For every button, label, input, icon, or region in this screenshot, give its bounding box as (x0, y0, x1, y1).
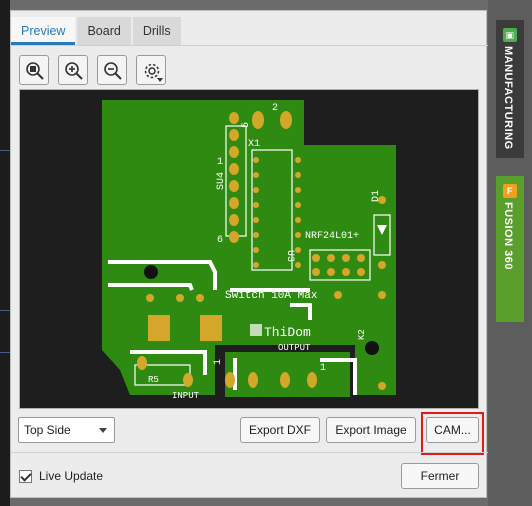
action-row: Top Side Export DXF Export Image CAM... (11, 417, 488, 445)
dialog-tabs: Preview Board Drills (11, 17, 183, 45)
label-x1: X1 (248, 139, 260, 150)
label-su4: SU4 (216, 172, 227, 190)
label-pin1c: 1 (320, 363, 326, 374)
settings-button[interactable] (136, 55, 166, 85)
chip-icon: ▣ (503, 28, 517, 42)
label-r5: R5 (148, 375, 159, 385)
live-update-label: Live Update (39, 469, 104, 483)
label-k2: K2 (357, 329, 367, 340)
label-switch: Switch 10A Max (225, 290, 318, 302)
label-pin1: 1 (217, 157, 223, 168)
thidom-logo-icon (250, 324, 262, 336)
tab-divider (11, 45, 488, 46)
tab-board[interactable]: Board (77, 17, 131, 45)
label-pin6: 6 (217, 235, 223, 246)
cam-preview-dialog: Preview Board Drills SU4 X1 U3 NRF24L01+… (10, 10, 488, 498)
live-update: Live Update (19, 467, 103, 485)
zoom-out-button[interactable] (97, 55, 127, 85)
live-update-checkbox[interactable] (19, 469, 32, 483)
label-pin2: 2 (272, 103, 278, 114)
label-d1: D1 (371, 190, 382, 202)
label-u3: U3 (284, 250, 295, 262)
side-select-value: Top Side (24, 423, 71, 437)
zoom-in-button[interactable] (58, 55, 88, 85)
label-nrf: NRF24L01+ (305, 231, 359, 242)
close-button[interactable]: Fermer (401, 463, 479, 489)
zoom-fit-button[interactable] (19, 55, 49, 85)
zoom-in-icon (65, 62, 83, 80)
side-tab-manufacturing[interactable]: ▣ MANUFACTURING (496, 20, 524, 158)
zoom-out-icon (104, 62, 122, 80)
cam-highlight-box (421, 412, 484, 455)
chevron-down-icon (157, 78, 163, 82)
preview-toolbar (19, 55, 175, 85)
fusion-f-icon: F (503, 184, 517, 198)
pcb-render: SU4 X1 U3 NRF24L01+ D1 Switch 10A Max Th… (102, 100, 396, 401)
zoom-fit-icon (26, 62, 44, 80)
board-preview[interactable]: SU4 X1 U3 NRF24L01+ D1 Switch 10A Max Th… (19, 89, 479, 409)
chevron-down-icon (99, 428, 107, 433)
mounting-hole (365, 341, 379, 355)
side-tab-manufacturing-label: MANUFACTURING (502, 46, 514, 150)
tab-drills[interactable]: Drills (132, 17, 181, 45)
label-input: INPUT (172, 391, 200, 401)
export-image-button[interactable]: Export Image (326, 417, 416, 443)
background-editor-strip (0, 0, 10, 506)
side-tab-fusion-360[interactable]: F FUSION 360 (496, 176, 524, 322)
tab-preview[interactable]: Preview (11, 17, 76, 45)
side-select[interactable]: Top Side (18, 417, 115, 443)
label-pin5: 5 (241, 122, 252, 128)
footer-divider (11, 452, 488, 453)
label-thidom: ThiDom (264, 325, 311, 340)
label-output: OUTPUT (278, 343, 311, 353)
export-dxf-button[interactable]: Export DXF (240, 417, 320, 443)
label-pin1b: 1 (213, 359, 224, 365)
side-tab-fusion-label: FUSION 360 (502, 202, 514, 270)
mounting-hole (144, 265, 158, 279)
